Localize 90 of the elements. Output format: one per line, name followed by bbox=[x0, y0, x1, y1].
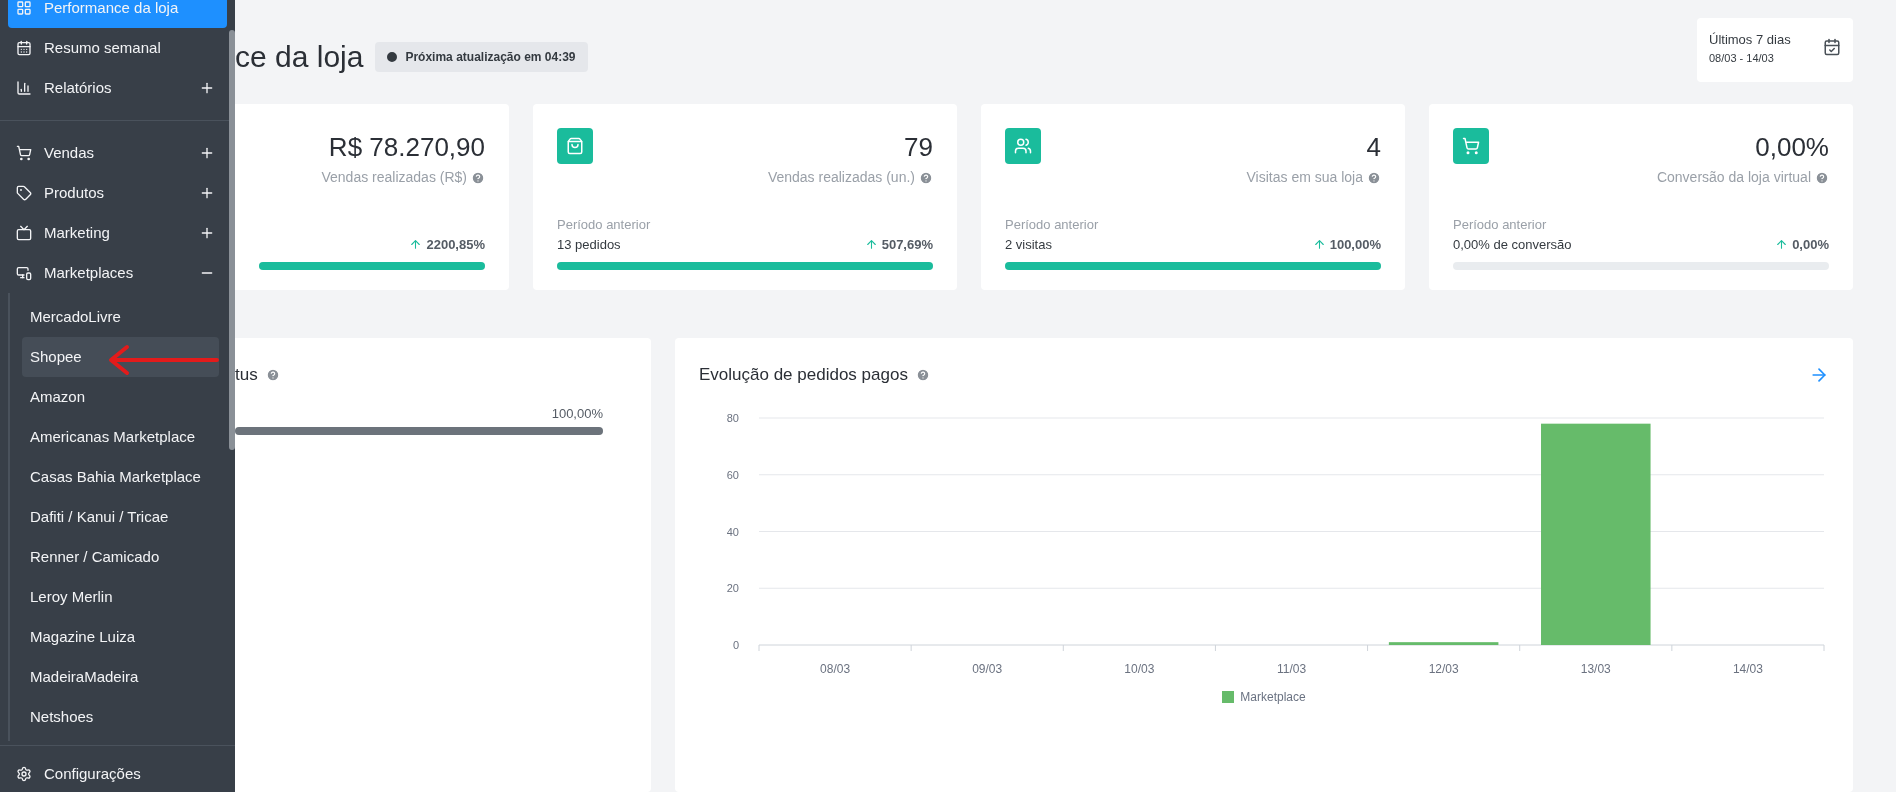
x-tick-label: 14/03 bbox=[1732, 661, 1763, 676]
submenu-item[interactable]: Casas Bahia Marketplace bbox=[22, 457, 219, 497]
card-icon bbox=[1005, 128, 1041, 164]
help-icon[interactable] bbox=[265, 367, 280, 382]
sidebar-item[interactable]: Resumo semanal bbox=[8, 28, 227, 68]
x-tick-label: 11/03 bbox=[1276, 661, 1307, 676]
menu-item-label: Vendas bbox=[44, 142, 96, 163]
y-tick-label: 20 bbox=[726, 581, 739, 594]
help-icon[interactable] bbox=[915, 367, 930, 382]
menu-item-label: Marketing bbox=[44, 222, 111, 243]
calendar-icon bbox=[1823, 38, 1841, 56]
x-tick-label: 12/03 bbox=[1428, 661, 1459, 676]
legend-label: Marketplace bbox=[1240, 688, 1306, 706]
menu-item-icon bbox=[16, 766, 32, 782]
previous-period-label: Período anterior bbox=[1453, 216, 1548, 234]
previous-period-label: Período anterior bbox=[1005, 216, 1100, 234]
help-icon[interactable] bbox=[919, 170, 933, 185]
menu-item-icon bbox=[16, 145, 32, 161]
submenu-item[interactable]: MadeiraMadeira bbox=[22, 657, 219, 697]
y-tick-label: 60 bbox=[726, 468, 739, 481]
sidebar-item[interactable]: Produtos bbox=[8, 173, 227, 213]
menu-item-label: Relatórios bbox=[44, 77, 113, 98]
sidebar-item[interactable]: Marketing bbox=[8, 213, 227, 253]
help-icon[interactable] bbox=[1367, 170, 1381, 185]
submenu-item[interactable]: Netshoes bbox=[22, 697, 219, 737]
sidebar-item[interactable]: Relatórios bbox=[8, 68, 227, 108]
submenu-item[interactable]: Shopee bbox=[22, 337, 219, 377]
card-icon bbox=[557, 128, 593, 164]
submenu-item[interactable]: Americanas Marketplace bbox=[22, 417, 219, 457]
menu-item-icon bbox=[16, 185, 32, 201]
x-tick-label: 09/03 bbox=[972, 661, 1003, 676]
change-percent: 0,00% bbox=[1792, 235, 1829, 254]
metric-label: Visitas em sua loja bbox=[1246, 168, 1363, 187]
panel-title: Evolução de pedidos pagos bbox=[699, 364, 908, 386]
metric-value: R$ 78.270,90 bbox=[328, 131, 485, 164]
up-arrow-icon bbox=[409, 237, 423, 251]
x-tick-label: 10/03 bbox=[1124, 661, 1155, 676]
submenu-item[interactable]: Leroy Merlin bbox=[22, 577, 219, 617]
expand-icon[interactable] bbox=[199, 185, 215, 201]
previous-value: 0,00% de conversão bbox=[1453, 235, 1572, 254]
submenu-item[interactable]: Dafiti / Kanui / Tricae bbox=[22, 497, 219, 537]
y-tick-label: 80 bbox=[726, 411, 739, 424]
expand-icon[interactable] bbox=[199, 225, 215, 241]
previous-value: 13 pedidos bbox=[557, 235, 621, 254]
page-title: ce da loja bbox=[235, 39, 364, 75]
up-arrow-icon bbox=[1312, 237, 1326, 251]
help-icon[interactable] bbox=[471, 170, 485, 185]
change-percent: 2200,85% bbox=[426, 235, 485, 254]
previous-period-label: Período anterior bbox=[557, 216, 652, 234]
scrollbar[interactable] bbox=[229, 30, 235, 450]
metric-label: Conversão da loja virtual bbox=[1656, 168, 1811, 187]
y-tick-label: 40 bbox=[726, 525, 739, 537]
menu-item-icon bbox=[16, 40, 32, 56]
submenu-item[interactable]: Magazine Luiza bbox=[22, 617, 219, 657]
metric-value: 4 bbox=[1366, 131, 1381, 164]
sidebar-item[interactable]: Vendas bbox=[8, 133, 227, 173]
submenu-item[interactable]: MercadoLivre bbox=[22, 297, 219, 337]
menu-item-label: Marketplaces bbox=[44, 262, 135, 283]
sidebar-item[interactable]: Marketplaces bbox=[8, 253, 227, 293]
expand-icon[interactable] bbox=[199, 80, 215, 96]
date-range-picker[interactable]: Últimos 7 dias 08/03 - 14/03 bbox=[1697, 18, 1853, 82]
change-percent: 507,69% bbox=[881, 235, 933, 254]
menu-item-icon bbox=[16, 80, 32, 96]
expand-icon[interactable] bbox=[199, 145, 215, 161]
card-icon bbox=[1453, 128, 1489, 164]
help-icon[interactable] bbox=[1815, 170, 1829, 185]
change-percent: 100,00% bbox=[1329, 235, 1381, 254]
submenu-item[interactable]: Renner / Camicado bbox=[22, 537, 219, 577]
metric-value: 79 bbox=[904, 131, 933, 164]
menu-item-label: Performance da loja bbox=[44, 0, 180, 18]
menu-item-icon bbox=[16, 265, 32, 281]
menu-item-label: Configurações bbox=[44, 763, 142, 784]
x-tick-label: 13/03 bbox=[1580, 661, 1611, 676]
previous-value: 2 visitas bbox=[1005, 235, 1052, 254]
submenu-item[interactable]: Amazon bbox=[22, 377, 219, 417]
menu-item-icon bbox=[16, 0, 32, 16]
x-tick-label: 08/03 bbox=[820, 661, 851, 676]
metric-label: Vendas realizadas (un.) bbox=[767, 168, 915, 187]
panel-title: tus bbox=[235, 364, 258, 386]
metric-label: Vendas realizadas (R$) bbox=[321, 168, 467, 187]
menu-item-label: Produtos bbox=[44, 182, 106, 203]
menu-item-label: Resumo semanal bbox=[44, 37, 162, 58]
metric-value: 0,00% bbox=[1755, 131, 1829, 164]
status-percent: 100,00% bbox=[551, 404, 603, 423]
sidebar-item[interactable]: Configurações bbox=[8, 754, 227, 792]
y-tick-label: 0 bbox=[732, 638, 739, 651]
up-arrow-icon bbox=[1775, 237, 1789, 251]
menu-item-icon bbox=[16, 225, 32, 241]
up-arrow-icon bbox=[864, 237, 878, 251]
update-badge: Próxima atualização em 04:39 bbox=[375, 41, 588, 72]
